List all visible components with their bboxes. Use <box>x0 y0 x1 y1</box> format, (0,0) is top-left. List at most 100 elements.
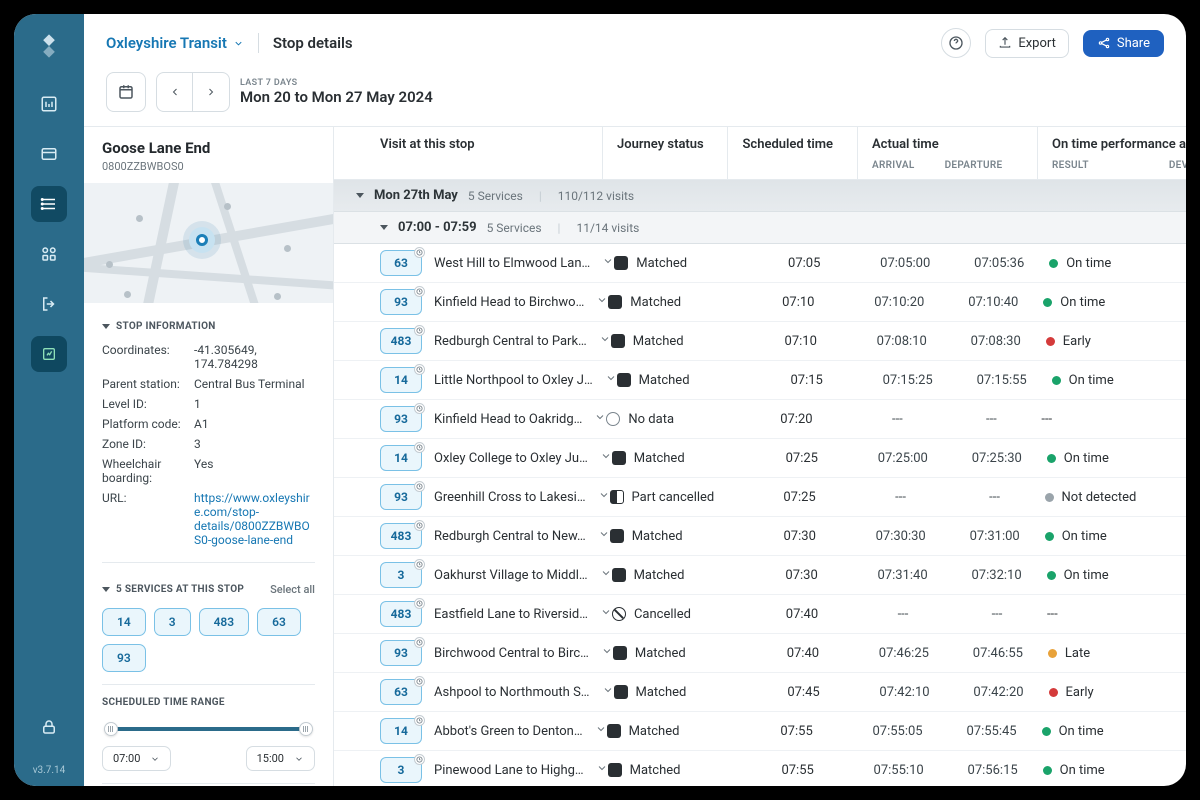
visit-row[interactable]: 483 Redburgh Central to New… Matched 07:… <box>334 517 1186 556</box>
nav-logout[interactable] <box>31 286 67 322</box>
slider-handle-to[interactable] <box>299 722 313 736</box>
service-pill-3[interactable]: 3 <box>154 608 191 636</box>
parent-station-value: Central Bus Terminal <box>194 377 315 391</box>
arrival-time: --- <box>865 490 937 505</box>
nav-rail: v3.7.14 <box>14 14 84 786</box>
calendar-icon <box>117 83 135 101</box>
clock-badge-icon <box>414 715 425 726</box>
day-group-header[interactable]: Mon 27th May 5 Services | 110/112 visits <box>334 180 1186 212</box>
slider-handle-from[interactable] <box>104 722 118 736</box>
help-button[interactable] <box>941 28 971 58</box>
nav-stops[interactable] <box>31 186 67 222</box>
deviation-value: --- <box>1171 412 1186 427</box>
otp-result-text: On time <box>1060 295 1105 310</box>
visit-row[interactable]: 63 Ashpool to Northmouth S… Matched 07:4… <box>334 673 1186 712</box>
service-badge[interactable]: 14 <box>380 445 422 471</box>
expand-row-button[interactable] <box>602 255 614 271</box>
service-badge[interactable]: 93 <box>380 289 422 315</box>
service-pill-483[interactable]: 483 <box>199 608 250 636</box>
chevron-down-icon <box>595 723 607 735</box>
expand-row-button[interactable] <box>599 333 611 349</box>
service-pill-63[interactable]: 63 <box>257 608 301 636</box>
next-range-button[interactable] <box>193 73 229 111</box>
visit-row[interactable]: 63 West Hill to Elmwood Lan… Matched 07:… <box>334 244 1186 283</box>
scheduled-time: 07:25 <box>735 490 865 505</box>
otp-result-text: On time <box>1064 451 1109 466</box>
deviation-value: +6m <box>1178 646 1186 661</box>
time-to-select[interactable]: 15:00 <box>246 746 315 771</box>
visit-row[interactable]: 93 Kinfield Head to Birchwo… Matched 07:… <box>334 283 1186 322</box>
deviation-value: --- <box>1177 607 1186 622</box>
service-badge[interactable]: 93 <box>380 406 422 432</box>
org-selector[interactable]: Oxleyshire Transit <box>106 34 244 52</box>
time-from-select[interactable]: 07:00 <box>102 746 171 771</box>
route-name: Redburgh Central to Park… <box>434 334 587 349</box>
expand-row-button[interactable] <box>596 762 608 778</box>
journey-status-icon <box>612 568 626 582</box>
nav-journeys[interactable] <box>31 136 67 172</box>
service-badge[interactable]: 93 <box>380 640 422 666</box>
level-value: 1 <box>194 397 315 411</box>
export-button[interactable]: Export <box>985 29 1069 58</box>
share-button[interactable]: Share <box>1083 30 1164 57</box>
service-badge[interactable]: 483 <box>380 328 422 354</box>
expand-row-button[interactable] <box>598 528 610 544</box>
service-badge[interactable]: 483 <box>380 601 422 627</box>
nav-services[interactable] <box>31 236 67 272</box>
journey-status-text: Matched <box>632 529 683 544</box>
service-badge[interactable]: 63 <box>380 679 422 705</box>
expand-row-button[interactable] <box>605 372 617 388</box>
departure-time: 07:32:10 <box>961 568 1033 583</box>
hour-group-header[interactable]: 07:00 - 07:59 5 Services | 11/14 visits <box>334 212 1186 244</box>
prev-range-button[interactable] <box>157 73 193 111</box>
expand-row-button[interactable] <box>602 684 614 700</box>
visit-row[interactable]: 14 Abbot's Green to Denton… Matched 07:5… <box>334 712 1186 751</box>
expand-row-button[interactable] <box>601 645 613 661</box>
service-badge[interactable]: 63 <box>380 250 422 276</box>
visit-row[interactable]: 3 Oakhurst Village to Middl… Matched 07:… <box>334 556 1186 595</box>
calendar-button[interactable] <box>106 72 146 112</box>
expand-row-button[interactable] <box>594 411 606 427</box>
expand-row-button[interactable] <box>596 294 608 310</box>
deviation-value: +40s <box>1173 295 1186 310</box>
visit-row[interactable]: 14 Little Northpool to Oxley J… Matched … <box>334 361 1186 400</box>
visit-row[interactable]: 483 Redburgh Central to Park… Matched 07… <box>334 322 1186 361</box>
visit-row[interactable]: 14 Oxley College to Oxley Ju… Matched 07… <box>334 439 1186 478</box>
journey-status-text: Matched <box>636 685 687 700</box>
expand-row-button[interactable] <box>600 606 612 622</box>
stop-info-header[interactable]: STOP INFORMATION <box>102 313 315 340</box>
expand-row-button[interactable] <box>598 489 610 505</box>
visit-row[interactable]: 483 Eastfield Lane to Riversid… Cancelle… <box>334 595 1186 634</box>
nav-widget[interactable] <box>31 336 67 372</box>
service-pill-93[interactable]: 93 <box>102 644 146 672</box>
service-badge[interactable]: 3 <box>380 562 422 588</box>
service-badge[interactable]: 3 <box>380 757 422 783</box>
status-dot-icon <box>1042 727 1051 736</box>
stop-url-link[interactable]: https://www.oxleyshire.com/stop-details/… <box>194 491 315 547</box>
select-all-link[interactable]: Select all <box>270 583 315 596</box>
otp-result-text: On time <box>1064 568 1109 583</box>
arrival-time: 07:46:25 <box>868 646 940 661</box>
scheduled-time: 07:25 <box>737 451 867 466</box>
visit-row[interactable]: 93 Kinfield Head to Oakridg… No data 07:… <box>334 400 1186 439</box>
expand-row-button[interactable] <box>600 450 612 466</box>
expand-row-button[interactable] <box>595 723 607 739</box>
service-pill-14[interactable]: 14 <box>102 608 146 636</box>
time-range-slider[interactable] <box>104 722 313 736</box>
chevron-down-icon <box>596 762 608 774</box>
service-badge[interactable]: 14 <box>380 367 422 393</box>
share-icon <box>1097 36 1111 50</box>
visit-row[interactable]: 93 Birchwood Central to Birc… Matched 07… <box>334 634 1186 673</box>
nav-dashboard[interactable] <box>31 86 67 122</box>
departure-time: 07:08:30 <box>960 334 1032 349</box>
services-header[interactable]: 5 SERVICES AT THIS STOP Select all <box>102 575 315 604</box>
visit-row[interactable]: 3 Pinewood Lane to Highg… Matched 07:55 … <box>334 751 1186 786</box>
expand-row-button[interactable] <box>600 567 612 583</box>
service-badge[interactable]: 483 <box>380 523 422 549</box>
service-badge[interactable]: 14 <box>380 718 422 744</box>
stop-map[interactable] <box>84 183 333 303</box>
nav-lock[interactable] <box>31 709 67 745</box>
th-otp: On time performance at <box>1052 137 1186 152</box>
service-badge[interactable]: 93 <box>380 484 422 510</box>
visit-row[interactable]: 93 Greenhill Cross to Lakesi… Part cance… <box>334 478 1186 517</box>
